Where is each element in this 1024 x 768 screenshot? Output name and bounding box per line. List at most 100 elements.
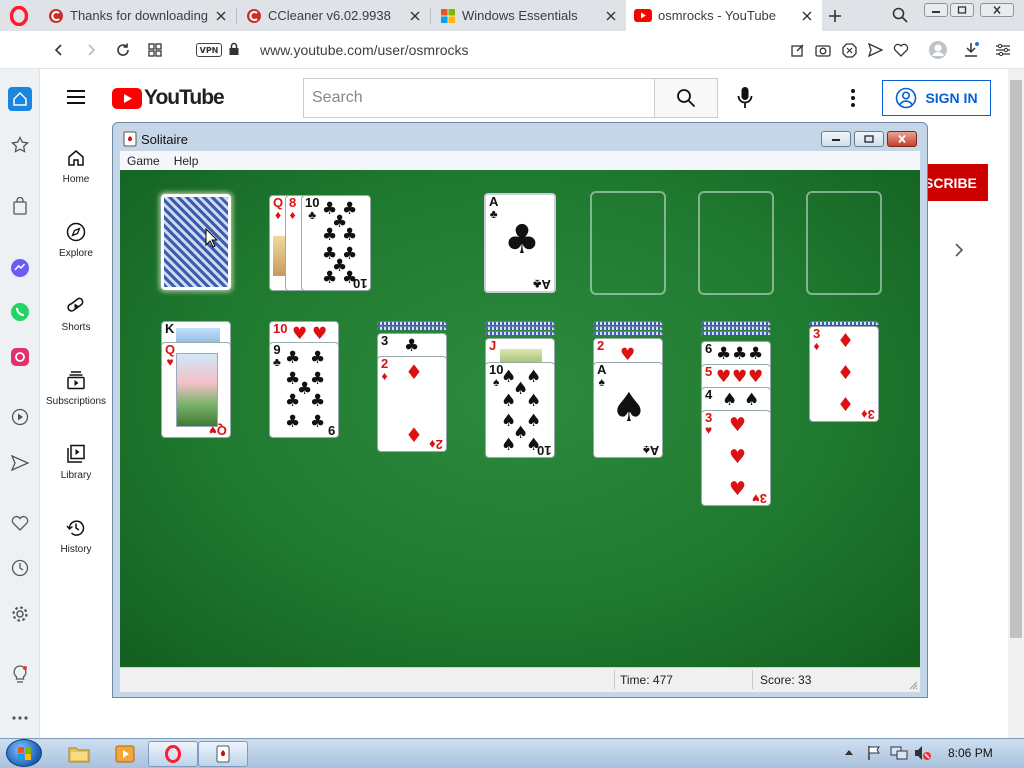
vpn-badge[interactable]: VPN bbox=[196, 43, 222, 57]
tableau-card-top[interactable]: 2 ♦ ♦ ♦ 2♦ bbox=[377, 356, 447, 452]
tab-grid-icon[interactable] bbox=[142, 37, 168, 63]
sign-in-button[interactable]: SIGN IN bbox=[882, 80, 991, 116]
foundation-1[interactable]: A ♣ ♣ A♣ bbox=[484, 193, 556, 293]
minimize-window-icon[interactable] bbox=[924, 3, 948, 17]
subscribe-button[interactable]: SCRIBE bbox=[918, 164, 988, 201]
instagram-icon[interactable] bbox=[8, 345, 32, 369]
taskbar-solitaire[interactable] bbox=[198, 741, 248, 767]
hamburger-menu-icon[interactable] bbox=[66, 89, 86, 105]
card-pip: ♠ bbox=[501, 435, 517, 455]
more-options-icon[interactable] bbox=[8, 706, 32, 730]
shopping-bag-icon[interactable] bbox=[8, 194, 32, 218]
tab-windows-essentials[interactable]: Windows Essentials bbox=[432, 0, 626, 31]
tableau-card-top[interactable]: 3 ♥ ♥ ♥ ♥ 3♥ bbox=[701, 410, 771, 506]
search-input[interactable]: Search bbox=[303, 78, 655, 118]
player-icon[interactable] bbox=[8, 405, 32, 429]
adblock-icon[interactable] bbox=[840, 41, 858, 59]
maximize-window-icon[interactable] bbox=[950, 3, 974, 17]
more-vert-icon[interactable] bbox=[850, 88, 856, 108]
tableau-card-top[interactable]: 9 ♣ ♣ ♣ ♣ ♣ ♣ ♣ ♣ ♣ ♣ 9 bbox=[269, 342, 339, 438]
tab-separator bbox=[236, 8, 237, 24]
opera-logo-icon[interactable] bbox=[6, 4, 32, 28]
profile-avatar-icon[interactable] bbox=[928, 41, 948, 59]
taskbar-opera[interactable] bbox=[148, 741, 198, 767]
network-icon[interactable] bbox=[890, 745, 908, 761]
action-center-flag-icon[interactable] bbox=[866, 745, 882, 761]
face-card-art bbox=[176, 353, 218, 427]
chevron-right-icon[interactable] bbox=[953, 242, 965, 258]
taskbar-media-player[interactable] bbox=[100, 741, 150, 767]
nav-subscriptions[interactable]: Subscriptions bbox=[40, 370, 112, 407]
close-tab-icon[interactable] bbox=[800, 9, 814, 23]
menu-help[interactable]: Help bbox=[174, 154, 199, 168]
tableau-card-top[interactable]: A ♠ ♠ A♠ bbox=[593, 362, 663, 458]
taskbar-file-explorer[interactable] bbox=[54, 741, 104, 767]
url-field[interactable]: www.youtube.com/user/osmrocks bbox=[260, 42, 469, 58]
taskbar-clock[interactable]: 8:06 PM bbox=[948, 746, 993, 760]
heart-icon[interactable] bbox=[892, 41, 910, 59]
camera-icon[interactable] bbox=[814, 41, 832, 59]
tableau-card-top[interactable]: 3 ♦ ♦ ♦ ♦ 3♦ bbox=[809, 326, 879, 422]
menu-game[interactable]: Game bbox=[127, 154, 160, 168]
score-value: 33 bbox=[798, 673, 812, 687]
send-icon[interactable] bbox=[866, 41, 884, 59]
nav-shorts[interactable]: Shorts bbox=[40, 296, 112, 333]
page-scrollbar-thumb[interactable] bbox=[1010, 80, 1022, 638]
flow-send-icon[interactable] bbox=[8, 451, 32, 475]
subscriptions-icon bbox=[67, 371, 85, 390]
nav-label: Shorts bbox=[61, 322, 91, 333]
new-tab-icon[interactable] bbox=[826, 7, 844, 25]
messenger-icon[interactable] bbox=[8, 256, 32, 280]
back-icon[interactable] bbox=[46, 37, 72, 63]
tableau-card-top[interactable]: Q ♥ Q♥ bbox=[161, 342, 231, 438]
microphone-icon[interactable] bbox=[736, 86, 754, 110]
easy-setup-icon[interactable] bbox=[994, 41, 1012, 59]
card-rank: 3 ♦ bbox=[813, 326, 821, 353]
speed-dial-home-icon[interactable] bbox=[8, 87, 32, 111]
nav-history[interactable]: History bbox=[40, 518, 112, 555]
search-button[interactable] bbox=[654, 78, 718, 118]
bookmarks-star-icon[interactable] bbox=[8, 133, 32, 157]
volume-muted-icon[interactable] bbox=[914, 745, 932, 761]
foundation-3[interactable] bbox=[698, 191, 774, 295]
card-pip: ♣ bbox=[285, 391, 301, 411]
show-hidden-icons-icon[interactable] bbox=[844, 748, 854, 756]
whatsapp-icon[interactable] bbox=[8, 300, 32, 324]
card-rank-bottom: 10 bbox=[536, 443, 551, 458]
nav-library[interactable]: Library bbox=[40, 444, 112, 481]
stock-pile[interactable] bbox=[160, 193, 232, 291]
solitaire-close-icon[interactable] bbox=[887, 131, 917, 147]
edit-icon[interactable] bbox=[789, 41, 807, 59]
nav-explore[interactable]: Explore bbox=[40, 222, 112, 259]
close-tab-icon[interactable] bbox=[408, 9, 422, 23]
tab-search-icon[interactable] bbox=[891, 6, 909, 24]
reload-icon[interactable] bbox=[110, 37, 136, 63]
close-tab-icon[interactable] bbox=[214, 9, 228, 23]
foundation-2[interactable] bbox=[590, 191, 666, 295]
favorites-heart-icon[interactable] bbox=[8, 511, 32, 535]
resize-grip-icon[interactable] bbox=[908, 680, 918, 690]
forward-icon[interactable] bbox=[78, 37, 104, 63]
close-window-icon[interactable] bbox=[980, 3, 1014, 17]
card-pip: ♥ bbox=[716, 367, 732, 387]
face-down-card bbox=[485, 321, 555, 325]
tab-thanks-downloading[interactable]: Thanks for downloading C bbox=[40, 0, 236, 31]
card-rank: 9 ♣ bbox=[273, 342, 281, 369]
card-rank: 4 bbox=[705, 387, 713, 402]
tab-osmrocks-youtube[interactable]: osmrocks - YouTube bbox=[626, 0, 822, 31]
solitaire-maximize-icon[interactable] bbox=[854, 131, 884, 147]
score-label: Score: bbox=[760, 673, 795, 687]
history-clock-icon[interactable] bbox=[8, 556, 32, 580]
tab-ccleaner[interactable]: CCleaner v6.02.9938 bbox=[238, 0, 430, 31]
settings-gear-icon[interactable] bbox=[8, 602, 32, 626]
solitaire-minimize-icon[interactable] bbox=[821, 131, 851, 147]
foundation-4[interactable] bbox=[806, 191, 882, 295]
download-icon[interactable] bbox=[962, 41, 980, 59]
close-tab-icon[interactable] bbox=[604, 9, 618, 23]
tableau-card-top[interactable]: 10 ♠ ♠ ♠ ♠ ♠ ♠ ♠ ♠ ♠ ♠ ♠ 10 bbox=[485, 362, 555, 458]
start-button-icon[interactable] bbox=[6, 739, 42, 767]
nav-home[interactable]: Home bbox=[40, 148, 112, 185]
lightbulb-icon[interactable] bbox=[8, 663, 32, 687]
youtube-logo[interactable]: YouTube bbox=[112, 86, 225, 110]
waste-card-top[interactable]: 10 ♣ ♣ ♣ ♣ ♣ ♣ ♣ ♣ ♣ ♣ ♣ 10 bbox=[301, 195, 371, 291]
